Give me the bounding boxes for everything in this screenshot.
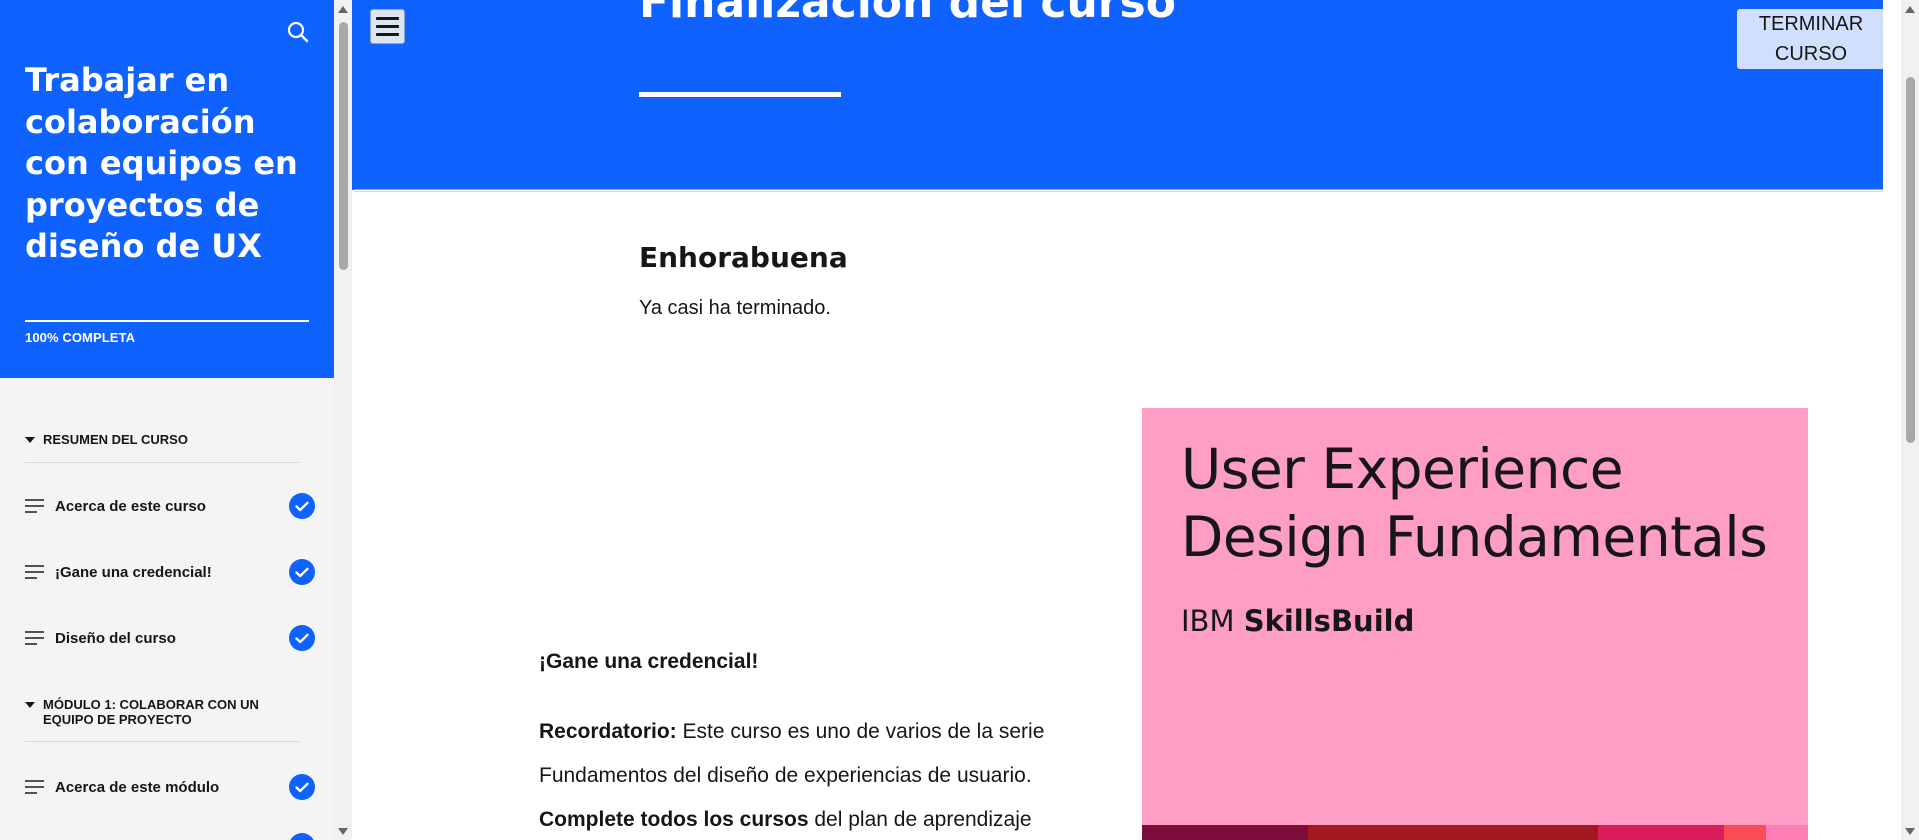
sidebar-item-label: Acerca de este módulo bbox=[55, 778, 220, 796]
section-divider bbox=[25, 741, 300, 742]
header-divider bbox=[354, 189, 1883, 190]
scroll-up-arrow-icon[interactable] bbox=[1905, 6, 1915, 13]
sidebar-item-label: ¡Gane una credencial! bbox=[55, 563, 212, 581]
check-complete-icon bbox=[289, 493, 315, 519]
progress-divider bbox=[25, 320, 309, 322]
course-title: Trabajar en colaboración con equipos en … bbox=[25, 61, 298, 265]
credential-heading: ¡Gane una credencial! bbox=[539, 650, 759, 673]
badge-color-stripe bbox=[1142, 825, 1808, 840]
sidebar-item-about-course[interactable]: Acerca de este curso bbox=[25, 488, 315, 524]
section-title: RESUMEN DEL CURSO bbox=[43, 432, 188, 447]
ibm-skillsbuild-logo: IBM SkillsBuild bbox=[1181, 604, 1414, 638]
finish-course-button[interactable]: TERMINAR CURSO bbox=[1737, 9, 1883, 69]
search-button[interactable] bbox=[283, 17, 313, 47]
reminder-label: Recordatorio: bbox=[539, 720, 677, 743]
caret-down-icon bbox=[25, 437, 35, 443]
brand-prefix: IBM bbox=[1181, 604, 1244, 638]
lesson-text-icon bbox=[25, 499, 44, 513]
badge-title: User Experience Design Fundamentals bbox=[1181, 435, 1768, 571]
course-badge-image: User Experience Design Fundamentals IBM … bbox=[1142, 408, 1808, 840]
page-scroll-thumb[interactable] bbox=[1906, 77, 1915, 443]
badge-title-line-1: User Experience bbox=[1181, 437, 1624, 501]
sidebar-scrollbar[interactable] bbox=[334, 0, 352, 840]
lesson-content: Finalización del curso TERMINAR CURSO En… bbox=[352, 0, 1883, 840]
lesson-header: Finalización del curso TERMINAR CURSO bbox=[352, 0, 1883, 190]
check-complete-icon bbox=[289, 833, 315, 840]
sidebar-item-label: Acerca de este curso bbox=[55, 497, 206, 515]
sidebar-item-course-design[interactable]: Diseño del curso bbox=[25, 620, 315, 656]
scroll-down-arrow-icon[interactable] bbox=[338, 828, 348, 835]
congrats-heading: Enhorabuena bbox=[639, 241, 848, 274]
stripe-segment bbox=[1308, 825, 1598, 840]
menu-toggle-button[interactable] bbox=[370, 9, 405, 44]
section-divider bbox=[25, 462, 300, 463]
section-title: MÓDULO 1: COLABORAR CON UN EQUIPO DE PRO… bbox=[43, 697, 259, 727]
lesson-text-icon bbox=[25, 565, 44, 579]
progress-status: 100% COMPLETA bbox=[25, 330, 136, 345]
check-complete-icon bbox=[289, 625, 315, 651]
sidebar-header: Trabajar en colaboración con equipos en … bbox=[0, 0, 334, 378]
complete-courses-text: del plan de aprendizaje bbox=[808, 808, 1032, 831]
sidebar-scroll-thumb[interactable] bbox=[339, 22, 348, 270]
header-divider-shadow bbox=[354, 191, 1883, 192]
page-scrollbar[interactable] bbox=[1901, 0, 1919, 840]
badge-title-line-2: Design Fundamentals bbox=[1181, 505, 1768, 569]
stripe-segment bbox=[1142, 825, 1308, 840]
reminder-paragraph: Recordatorio: Este curso es uno de vario… bbox=[539, 710, 1099, 840]
course-sidebar: Trabajar en colaboración con equipos en … bbox=[0, 0, 334, 840]
lesson-text-icon bbox=[25, 780, 44, 794]
section-header-module-1[interactable]: MÓDULO 1: COLABORAR CON UN EQUIPO DE PRO… bbox=[25, 697, 300, 727]
complete-courses-emphasis: Complete todos los cursos bbox=[539, 808, 809, 831]
section-header-course-summary[interactable]: RESUMEN DEL CURSO bbox=[25, 432, 300, 447]
check-complete-icon bbox=[289, 774, 315, 800]
scroll-up-arrow-icon[interactable] bbox=[338, 6, 348, 13]
hamburger-icon bbox=[376, 17, 399, 20]
stripe-segment bbox=[1724, 825, 1766, 840]
lesson-text-icon bbox=[25, 631, 44, 645]
stripe-segment bbox=[1766, 825, 1808, 840]
sidebar-item-label: Diseño del curso bbox=[55, 629, 176, 647]
brand-name: SkillsBuild bbox=[1243, 604, 1415, 638]
title-underline bbox=[639, 92, 841, 97]
sidebar-item-about-module[interactable]: Acerca de este módulo bbox=[25, 769, 315, 805]
check-complete-icon bbox=[289, 559, 315, 585]
scroll-down-arrow-icon[interactable] bbox=[1905, 828, 1915, 835]
caret-down-icon bbox=[25, 702, 35, 708]
congrats-text: Ya casi ha terminado. bbox=[639, 297, 831, 319]
lesson-title: Finalización del curso bbox=[639, 0, 1176, 28]
sidebar-item-earn-credential[interactable]: ¡Gane una credencial! bbox=[25, 554, 315, 590]
search-icon bbox=[287, 21, 309, 43]
stripe-segment bbox=[1598, 825, 1724, 840]
